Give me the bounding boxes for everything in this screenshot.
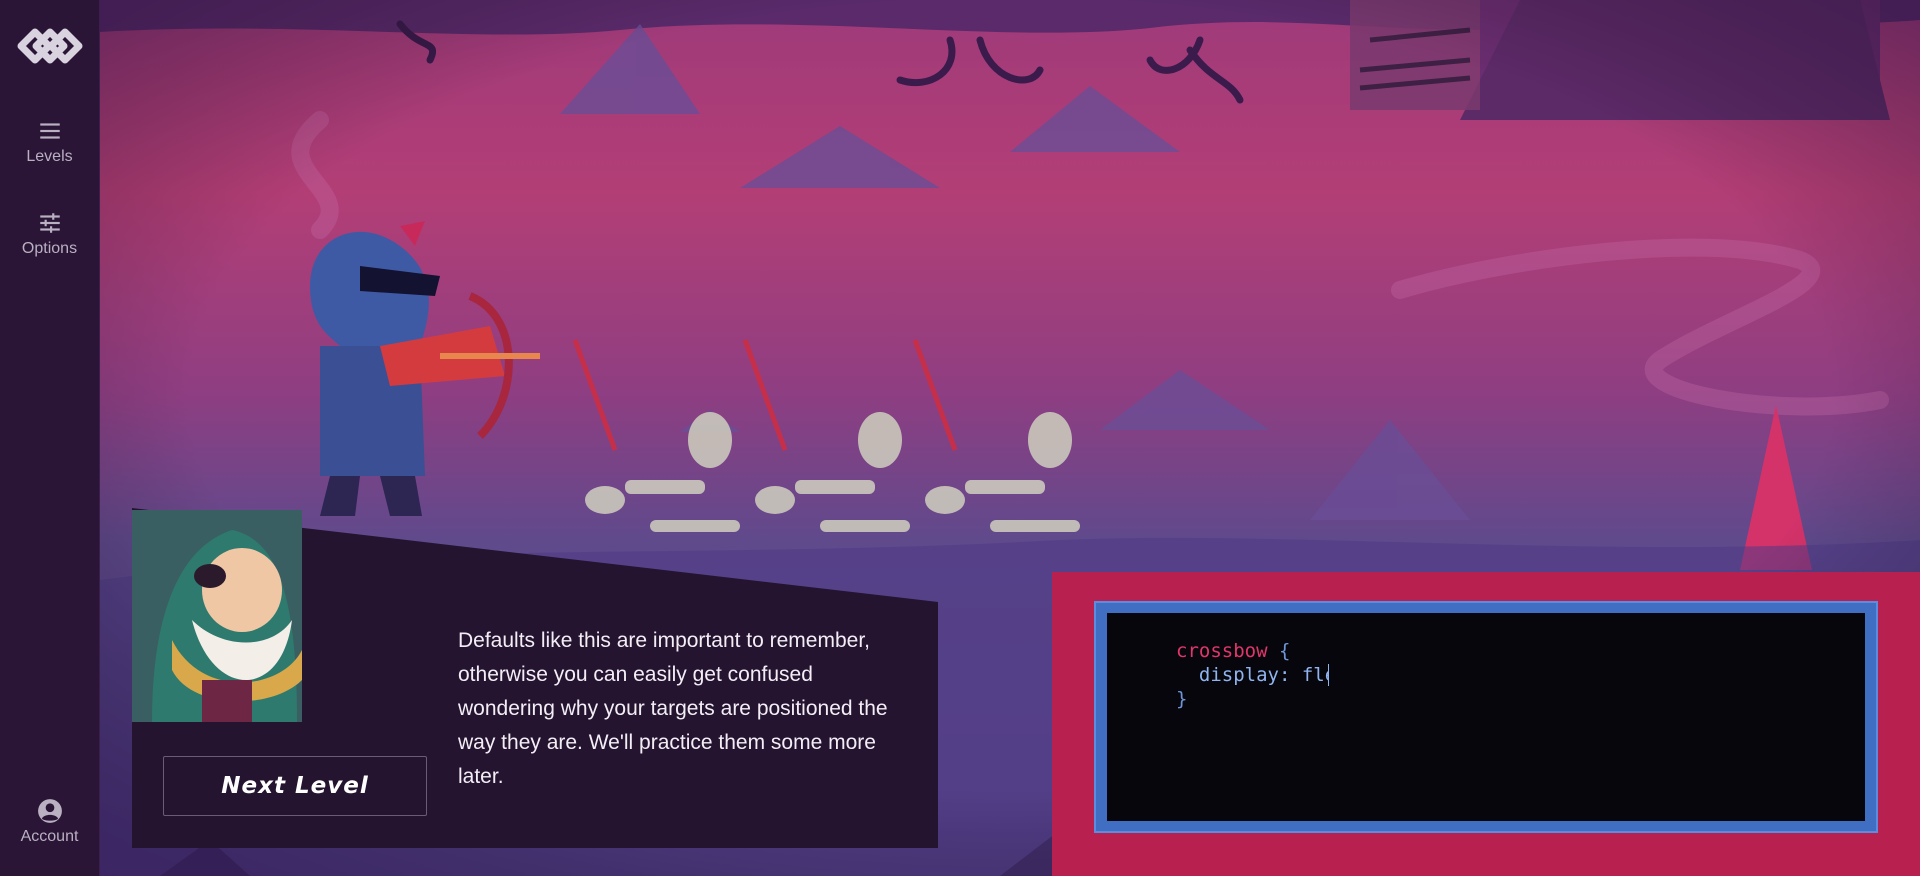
code-line-close: } (1176, 687, 1865, 711)
open-brace: { (1278, 640, 1291, 662)
sidebar-item-options[interactable]: Options (0, 188, 100, 280)
css-selector: crossbow (1176, 640, 1268, 662)
menu-icon (39, 123, 60, 139)
sliders-icon (39, 213, 60, 233)
sidebar-item-label: Account (20, 828, 79, 845)
sidebar-item-account[interactable]: Account (0, 776, 100, 868)
css-editor[interactable]: crossbow { } (1107, 613, 1865, 821)
code-line-selector: crossbow { (1176, 639, 1865, 663)
sidebar: Levels Options Account (0, 0, 100, 876)
next-level-button[interactable]: Next Level (163, 756, 427, 816)
sidebar-item-label: Levels (26, 148, 73, 165)
code-line-declaration (1176, 663, 1865, 687)
instruction-text: Defaults like this are important to reme… (458, 629, 888, 788)
account-circle-icon (37, 799, 62, 823)
css-declaration-input[interactable] (1198, 664, 1329, 686)
sidebar-item-label: Options (21, 240, 78, 257)
sidebar-item-levels[interactable]: Levels (0, 96, 100, 188)
close-brace: } (1176, 688, 1188, 710)
mentor-portrait (132, 510, 302, 722)
logo-icon[interactable] (13, 18, 87, 74)
